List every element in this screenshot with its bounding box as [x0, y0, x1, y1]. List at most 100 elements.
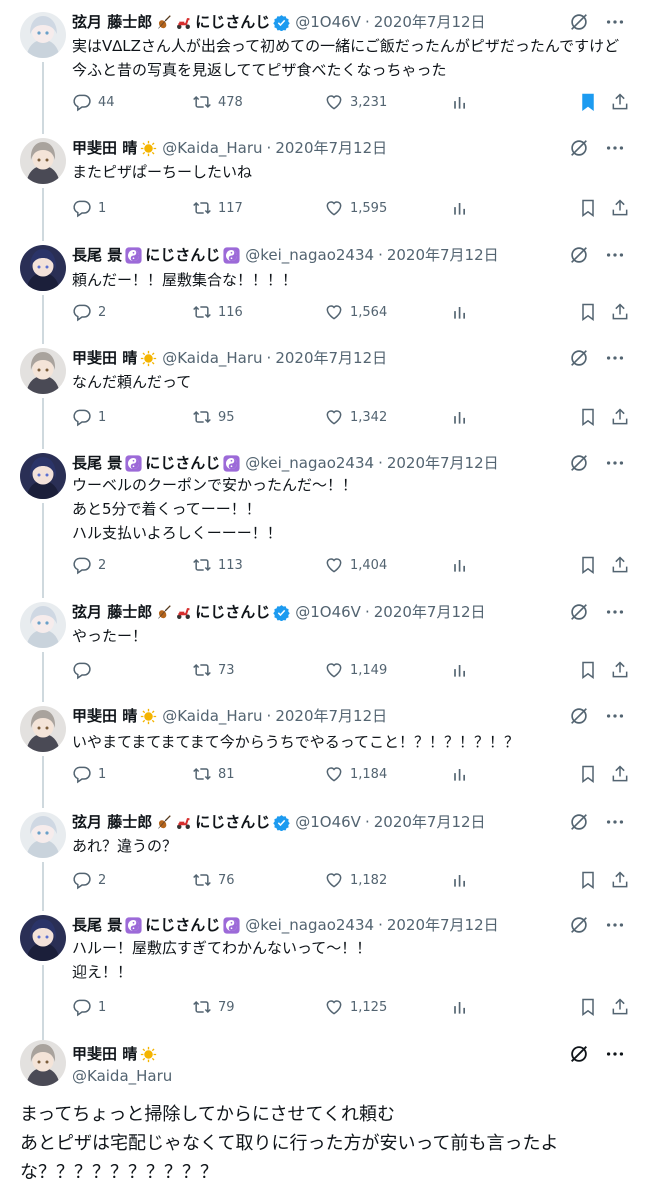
like-button[interactable]: 1,184: [324, 762, 387, 786]
reply-button[interactable]: 1: [72, 995, 106, 1019]
reply-button[interactable]: 1: [72, 405, 106, 429]
author-name[interactable]: 甲斐田 晴: [72, 706, 137, 726]
grok-icon[interactable]: [568, 137, 590, 159]
author-name[interactable]: 甲斐田 晴: [72, 1044, 137, 1064]
author-handle[interactable]: @Kaida_Haru: [162, 706, 262, 726]
avatar[interactable]: [20, 602, 66, 648]
grok-icon[interactable]: [568, 601, 590, 623]
retweet-button[interactable]: 113: [192, 553, 243, 577]
bookmark-button[interactable]: [578, 553, 598, 577]
like-button[interactable]: 1,595: [324, 196, 387, 220]
grok-icon[interactable]: [568, 347, 590, 369]
share-button[interactable]: [610, 90, 630, 114]
reply-button[interactable]: 1: [72, 762, 106, 786]
reply-button[interactable]: 44: [72, 90, 115, 114]
bookmark-button[interactable]: [578, 762, 598, 786]
reply-button[interactable]: 2: [72, 868, 106, 892]
views-button[interactable]: [450, 300, 470, 324]
bookmark-button[interactable]: [578, 90, 598, 114]
grok-icon[interactable]: [568, 11, 590, 33]
tweet-date[interactable]: 2020年7月12日: [387, 915, 499, 935]
grok-icon[interactable]: [568, 244, 590, 266]
like-button[interactable]: 1,125: [324, 995, 387, 1019]
retweet-button[interactable]: 81: [192, 762, 235, 786]
author-handle[interactable]: @1O46V: [295, 12, 361, 32]
author-name[interactable]: 長尾 景: [72, 245, 122, 265]
tweet-date[interactable]: 2020年7月12日: [374, 12, 486, 32]
share-button[interactable]: [610, 658, 630, 682]
tweet-date[interactable]: 2020年7月12日: [275, 138, 387, 158]
author-name[interactable]: 弦月 藤士郎: [72, 12, 152, 32]
more-options-icon[interactable]: [604, 137, 626, 159]
more-options-icon[interactable]: [604, 601, 626, 623]
share-button[interactable]: [610, 868, 630, 892]
bookmark-button[interactable]: [578, 300, 598, 324]
author-handle[interactable]: @1O46V: [295, 602, 361, 622]
share-button[interactable]: [610, 300, 630, 324]
views-button[interactable]: [450, 405, 470, 429]
author-name[interactable]: 甲斐田 晴: [72, 138, 137, 158]
share-button[interactable]: [610, 553, 630, 577]
author-handle[interactable]: @kei_nagao2434: [245, 453, 374, 473]
reply-button[interactable]: 1: [72, 196, 106, 220]
bookmark-button[interactable]: [578, 405, 598, 429]
avatar[interactable]: [20, 453, 66, 499]
tweet-date[interactable]: 2020年7月12日: [387, 453, 499, 473]
like-button[interactable]: 1,149: [324, 658, 387, 682]
author-name[interactable]: 甲斐田 晴: [72, 348, 137, 368]
author-name[interactable]: 弦月 藤士郎: [72, 602, 152, 622]
author-handle[interactable]: @kei_nagao2434: [245, 915, 374, 935]
more-options-icon[interactable]: [604, 811, 626, 833]
author-handle[interactable]: @Kaida_Haru: [162, 348, 262, 368]
retweet-button[interactable]: 73: [192, 658, 235, 682]
author-name[interactable]: 弦月 藤士郎: [72, 812, 152, 832]
more-options-icon[interactable]: [604, 11, 626, 33]
more-options-icon[interactable]: [604, 914, 626, 936]
like-button[interactable]: 1,404: [324, 553, 387, 577]
like-button[interactable]: 1,564: [324, 300, 387, 324]
avatar[interactable]: [20, 1040, 66, 1086]
more-options-icon[interactable]: [604, 1043, 626, 1065]
tweet-date[interactable]: 2020年7月12日: [275, 348, 387, 368]
more-options-icon[interactable]: [604, 705, 626, 727]
avatar[interactable]: [20, 138, 66, 184]
bookmark-button[interactable]: [578, 868, 598, 892]
views-button[interactable]: [450, 553, 470, 577]
views-button[interactable]: [450, 868, 470, 892]
reply-button[interactable]: 2: [72, 553, 106, 577]
author-handle[interactable]: @kei_nagao2434: [245, 245, 374, 265]
retweet-button[interactable]: 95: [192, 405, 235, 429]
author-handle[interactable]: @Kaida_Haru: [72, 1066, 172, 1086]
reply-button[interactable]: 2: [72, 300, 106, 324]
views-button[interactable]: [450, 90, 470, 114]
like-button[interactable]: 1,342: [324, 405, 387, 429]
bookmark-button[interactable]: [578, 196, 598, 220]
grok-icon[interactable]: [568, 1043, 590, 1065]
bookmark-button[interactable]: [578, 658, 598, 682]
more-options-icon[interactable]: [604, 347, 626, 369]
author-name[interactable]: 長尾 景: [72, 915, 122, 935]
grok-icon[interactable]: [568, 914, 590, 936]
share-button[interactable]: [610, 995, 630, 1019]
views-button[interactable]: [450, 658, 470, 682]
more-options-icon[interactable]: [604, 452, 626, 474]
author-name[interactable]: 長尾 景: [72, 453, 122, 473]
tweet-date[interactable]: 2020年7月12日: [374, 812, 486, 832]
author-handle[interactable]: @1O46V: [295, 812, 361, 832]
retweet-button[interactable]: 76: [192, 868, 235, 892]
grok-icon[interactable]: [568, 452, 590, 474]
avatar[interactable]: [20, 812, 66, 858]
avatar[interactable]: [20, 245, 66, 291]
tweet-date[interactable]: 2020年7月12日: [387, 245, 499, 265]
views-button[interactable]: [450, 762, 470, 786]
retweet-button[interactable]: 478: [192, 90, 243, 114]
share-button[interactable]: [610, 405, 630, 429]
share-button[interactable]: [610, 196, 630, 220]
more-options-icon[interactable]: [604, 244, 626, 266]
avatar[interactable]: [20, 12, 66, 58]
avatar[interactable]: [20, 915, 66, 961]
views-button[interactable]: [450, 995, 470, 1019]
grok-icon[interactable]: [568, 811, 590, 833]
reply-button[interactable]: [72, 658, 98, 682]
avatar[interactable]: [20, 348, 66, 394]
